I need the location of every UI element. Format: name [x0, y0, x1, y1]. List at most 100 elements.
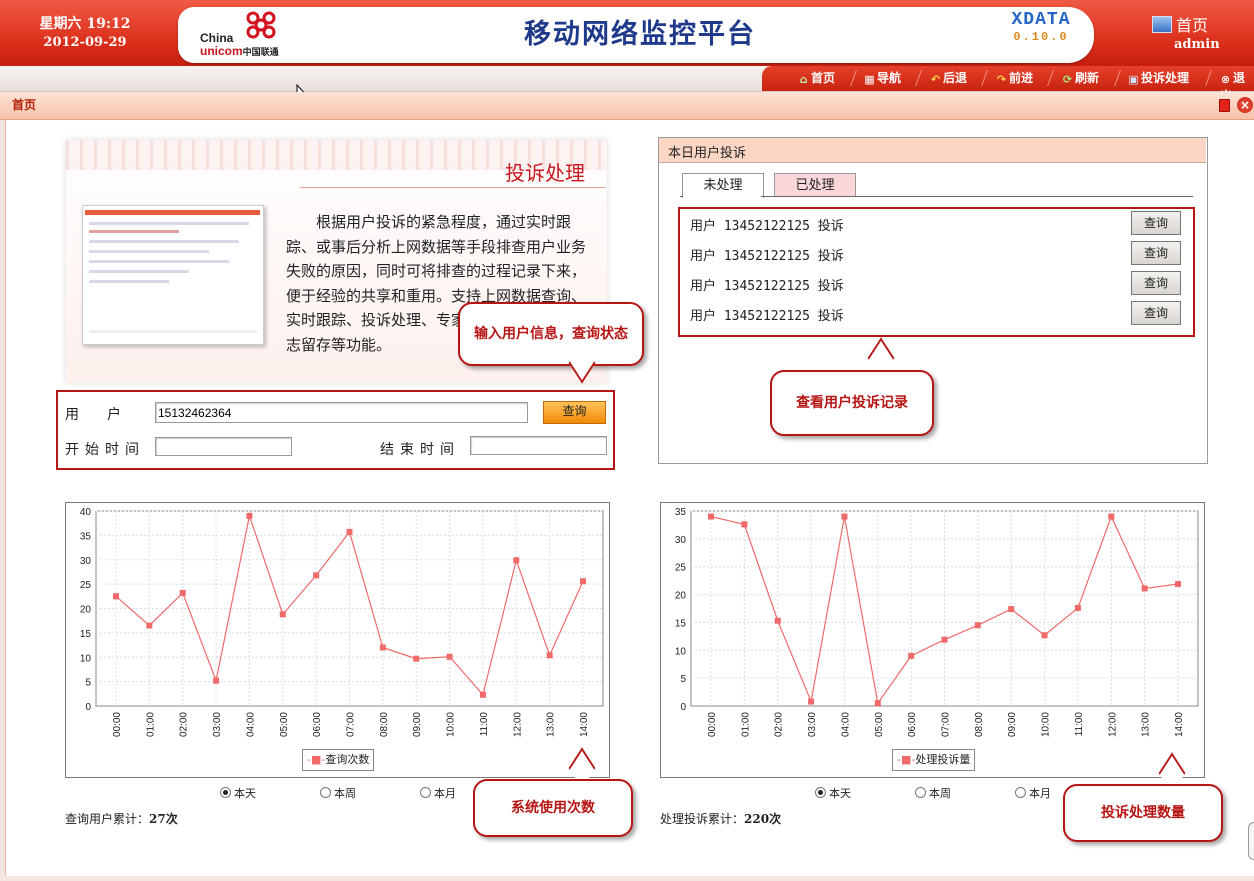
chart-handled-svg: 0 5 10 15 20 25 30 35 00:00 01:00 02:00 03:00 04:00 0…	[675, 507, 1199, 737]
brand-version: 0.10.0	[1013, 30, 1069, 44]
data-point	[908, 652, 915, 659]
radio-circle	[915, 787, 926, 798]
radio-month-2[interactable]: 本月	[1015, 785, 1051, 801]
platform-title: 移动网络监控平台	[524, 19, 756, 50]
y-tick-label: 5	[680, 674, 686, 685]
thumb-line	[89, 240, 239, 243]
data-point	[446, 653, 453, 660]
x-tick-label: 14:00	[579, 712, 590, 737]
data-point	[379, 644, 386, 651]
radio-label: 本周	[929, 787, 951, 800]
data-point	[513, 557, 520, 564]
data-point	[413, 655, 420, 662]
complaint-query-button[interactable]: 查询	[1131, 241, 1181, 265]
close-panel-button[interactable]: ×	[1237, 97, 1253, 113]
monitor-icon	[1152, 16, 1172, 33]
x-tick-label: 11:00	[1074, 712, 1085, 737]
y-tick-label: 20	[80, 605, 92, 616]
x-tick-label: 04:00	[245, 712, 256, 737]
toolbar-forward-button[interactable]: ↷ 前进	[996, 69, 1033, 87]
radio-month-1[interactable]: 本月	[420, 785, 456, 801]
xdata-brand: XDATA 0.10.0	[1002, 10, 1080, 44]
search-button[interactable]: 查询	[543, 401, 606, 424]
panel-title: 首页	[12, 98, 37, 112]
x-tick-label: 04:00	[840, 712, 851, 737]
x-tick-label: 11:00	[479, 712, 490, 737]
y-tick-label: 20	[675, 591, 687, 602]
radio-circle	[1015, 787, 1026, 798]
callout-usage: 系统使用次数	[473, 779, 633, 837]
radio-label: 本天	[234, 787, 256, 800]
toolbar-nav-button[interactable]: ▦ 导航	[864, 69, 901, 87]
data-point	[874, 700, 881, 707]
complaint-query-button[interactable]: 查询	[1131, 271, 1181, 295]
toolbar-back-button[interactable]: ↶ 后退	[930, 69, 967, 87]
data-point	[1108, 513, 1115, 520]
x-tick-label: 05:00	[874, 712, 885, 737]
radio-week-1[interactable]: 本周	[320, 785, 356, 801]
forward-arrow-icon: ↷	[996, 73, 1007, 86]
complaint-query-button[interactable]: 查询	[1131, 211, 1181, 235]
data-point	[941, 636, 948, 643]
radio-circle	[220, 787, 231, 798]
thumb-line	[89, 230, 179, 233]
callout-handled-text: 投诉处理数量	[1101, 804, 1185, 821]
radio-label: 本天	[829, 787, 851, 800]
x-tick-label: 02:00	[179, 712, 190, 737]
data-point	[1041, 632, 1048, 639]
list-item: 用户 13452122125 投诉	[690, 219, 844, 234]
radio-label: 本月	[1029, 787, 1051, 800]
china-unicom-logo: China unicom中国联通	[200, 10, 295, 60]
data-point	[146, 622, 153, 629]
complaint-query-button[interactable]: 查询	[1131, 301, 1181, 325]
x-tick-label: 14:00	[1174, 712, 1185, 737]
tab-done[interactable]: 已处理	[774, 173, 856, 197]
legend-marker-icon: -■-	[897, 753, 916, 766]
radio-circle	[815, 787, 826, 798]
chart1-legend: -■-查询次数	[302, 749, 375, 771]
list-item: 用户 13452122125 投诉	[690, 249, 844, 264]
username: admin	[1174, 37, 1220, 52]
user-input[interactable]	[155, 402, 528, 423]
monitor-icon: ▣	[1128, 73, 1139, 86]
thumb-line	[89, 280, 169, 283]
home-link-top[interactable]: 首页	[1152, 12, 1252, 36]
data-point	[1175, 580, 1181, 587]
x-tick-label: 10:00	[446, 712, 457, 737]
toolbar-refresh-button[interactable]: ⟳ 刷新	[1062, 69, 1099, 87]
toolbar-home-button[interactable]: ⌂ 首页	[798, 69, 835, 87]
data-point	[113, 593, 119, 600]
scroll-handle[interactable]	[1248, 822, 1254, 860]
x-tick-label: 03:00	[807, 712, 818, 737]
thumb-line	[89, 222, 249, 225]
y-tick-label: 40	[80, 507, 92, 518]
end-time-label: 结束时间	[380, 442, 460, 458]
end-time-input[interactable]	[470, 436, 607, 455]
data-point	[179, 589, 186, 596]
radio-week-2[interactable]: 本周	[915, 785, 951, 801]
radio-today-2[interactable]: 本天	[815, 785, 851, 801]
radio-label: 本周	[334, 787, 356, 800]
thumb-line	[89, 330, 257, 333]
house-icon: ⌂	[799, 73, 808, 86]
intro-divider	[300, 187, 606, 188]
chart-query-count: 0 5 10 15 20 25 30 35 40 00:00 01:00 02:00 03:00 04:0…	[65, 502, 610, 778]
handled-total-label: 处理投诉累计：	[660, 812, 745, 826]
y-tick-label: 5	[85, 678, 91, 689]
x-tick-label: 13:00	[1141, 712, 1152, 737]
data-point	[479, 691, 486, 698]
logo-text-unicom: unicom	[200, 44, 243, 58]
pin-icon[interactable]	[1219, 99, 1230, 112]
y-tick-label: 15	[675, 618, 687, 629]
radio-today-1[interactable]: 本天	[220, 785, 256, 801]
handled-total-value: 220次	[744, 812, 782, 826]
x-tick-label: 08:00	[974, 712, 985, 737]
x-tick-label: 05:00	[279, 712, 290, 737]
toolbar-exit-button[interactable]: ⊗退出	[1220, 69, 1254, 103]
start-time-input[interactable]	[155, 437, 292, 456]
toolbar-complaint-button[interactable]: ▣ 投诉处理	[1128, 69, 1189, 87]
x-tick-label: 09:00	[412, 712, 423, 737]
current-date: 2012-09-29	[43, 35, 127, 50]
y-tick-label: 30	[80, 556, 92, 567]
brand-name: XDATA	[1011, 10, 1071, 30]
